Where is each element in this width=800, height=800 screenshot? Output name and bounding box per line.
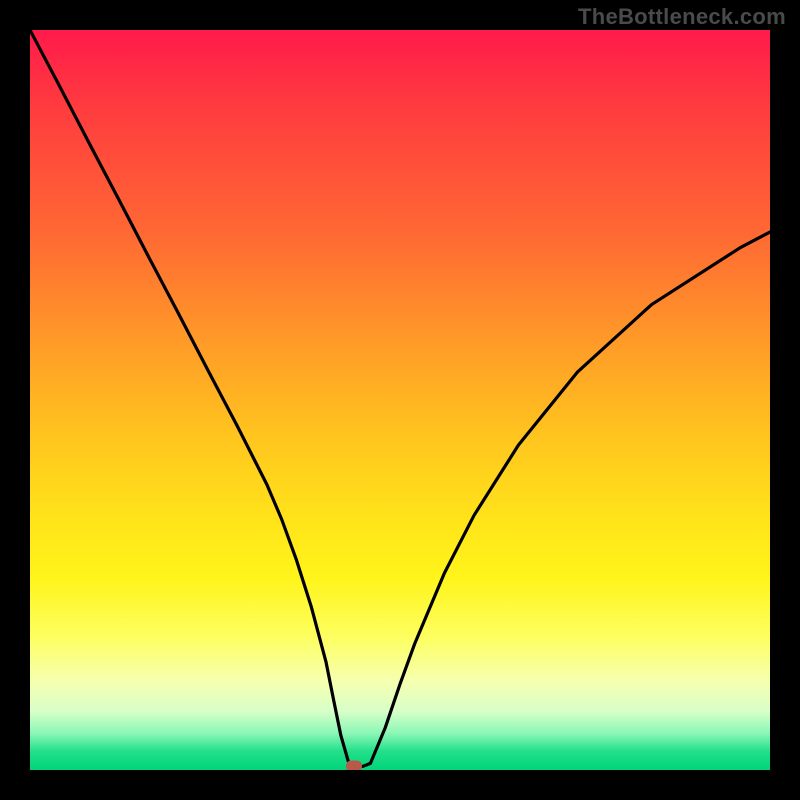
- chart-frame: TheBottleneck.com: [0, 0, 800, 800]
- watermark-text: TheBottleneck.com: [578, 4, 786, 30]
- bottleneck-curve: [30, 30, 770, 770]
- plot-area: [30, 30, 770, 770]
- optimum-marker: [346, 761, 362, 770]
